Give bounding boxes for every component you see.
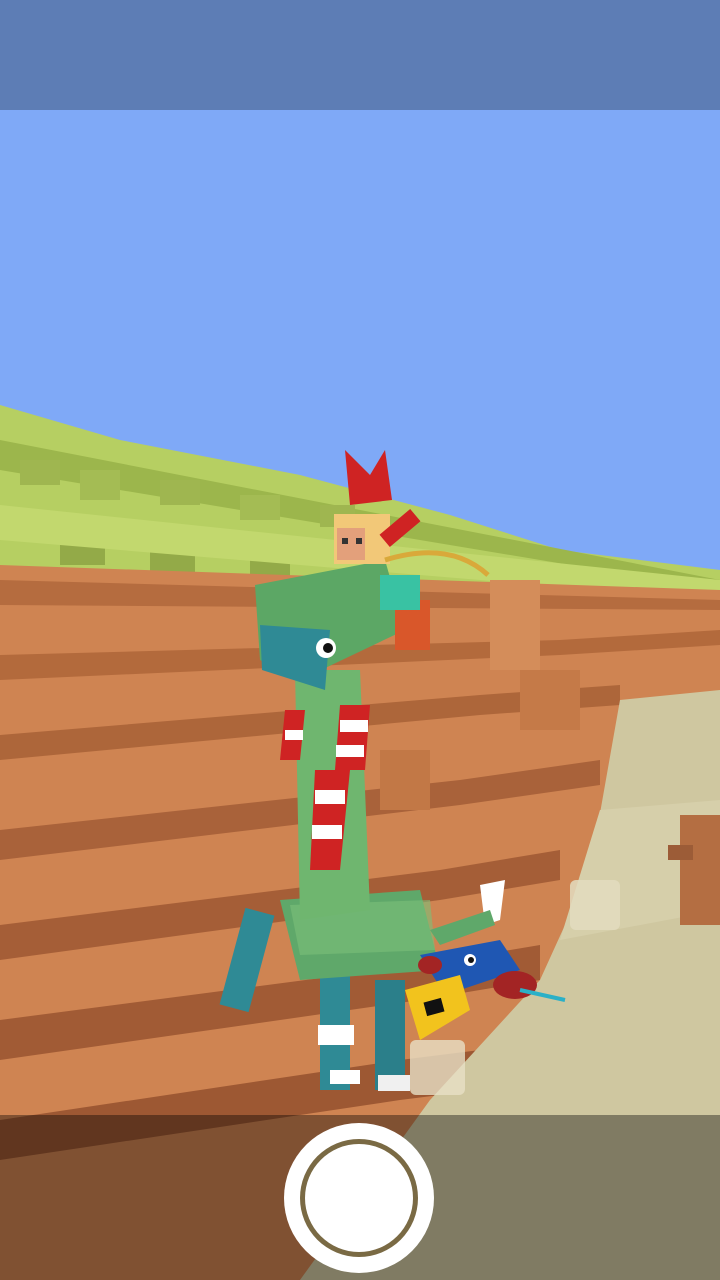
top-status-bar — [0, 0, 720, 110]
shutter-button[interactable] — [284, 1123, 434, 1273]
shutter-button-icon — [300, 1139, 418, 1257]
game-viewport[interactable] — [0, 110, 720, 1280]
game-scene — [0, 110, 720, 1280]
shutter-button-inner — [305, 1144, 413, 1252]
